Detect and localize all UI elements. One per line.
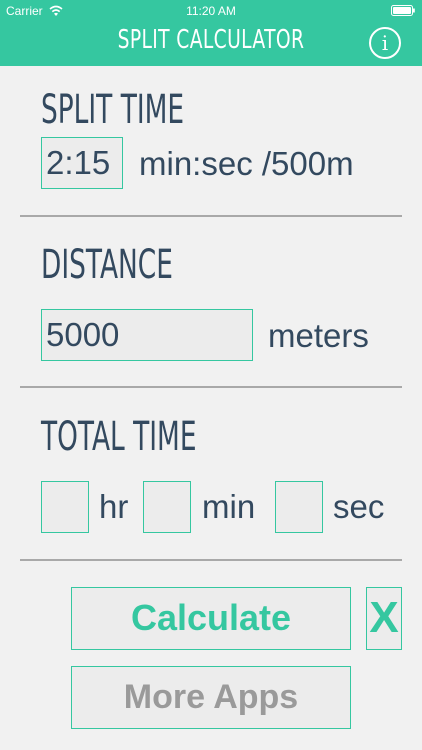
info-button[interactable]: i bbox=[369, 27, 401, 59]
status-bar: Carrier 11:20 AM bbox=[0, 0, 422, 22]
split-time-input[interactable] bbox=[41, 137, 123, 189]
more-apps-button[interactable]: More Apps bbox=[71, 666, 351, 729]
divider bbox=[20, 215, 402, 217]
status-time: 11:20 AM bbox=[186, 4, 236, 18]
minutes-input[interactable] bbox=[143, 481, 191, 533]
app-title: SPLIT CALCULATOR bbox=[117, 25, 305, 55]
battery-full-icon bbox=[391, 5, 415, 16]
info-icon: i bbox=[381, 31, 389, 55]
divider bbox=[20, 559, 402, 561]
distance-input[interactable] bbox=[41, 309, 253, 361]
distance-unit: meters bbox=[268, 317, 369, 354]
seconds-unit: sec bbox=[333, 488, 385, 525]
navigation-bar: SPLIT CALCULATOR i bbox=[0, 22, 422, 66]
distance-heading: DISTANCE bbox=[41, 242, 173, 288]
minutes-unit: min bbox=[202, 488, 256, 525]
hours-input[interactable] bbox=[41, 481, 89, 533]
total-time-heading: TOTAL TIME bbox=[41, 414, 197, 460]
seconds-input[interactable] bbox=[275, 481, 323, 533]
calculate-button[interactable]: Calculate bbox=[71, 587, 351, 650]
divider bbox=[20, 386, 402, 388]
split-time-unit: min:sec /500m bbox=[139, 145, 354, 182]
clear-button[interactable]: X bbox=[366, 587, 402, 650]
hours-unit: hr bbox=[99, 488, 129, 525]
split-time-heading: SPLIT TIME bbox=[41, 87, 185, 133]
